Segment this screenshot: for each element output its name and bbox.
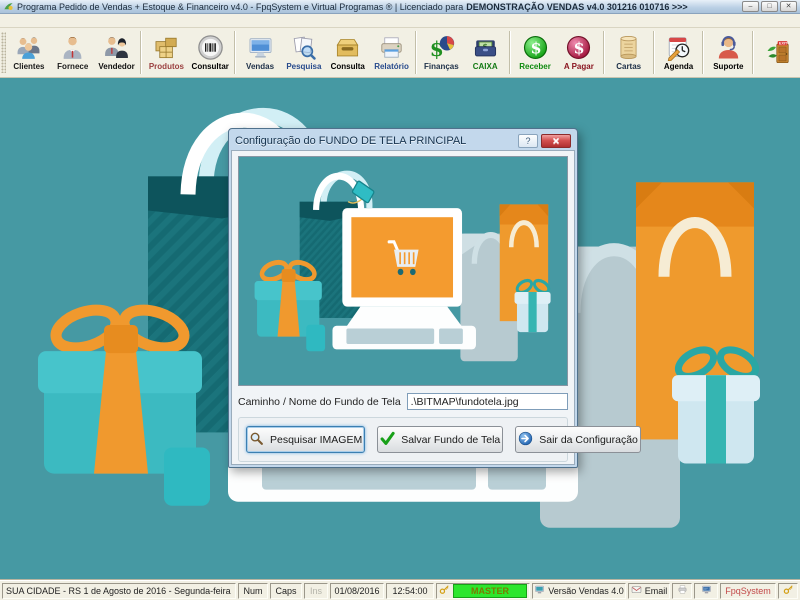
toolbar-vendedor[interactable]: Vendedor	[95, 28, 139, 77]
dialog-close-button[interactable]: ✕	[541, 134, 571, 148]
report-icon	[378, 34, 405, 61]
minimize-button[interactable]: –	[742, 1, 759, 12]
dialog-button-group: Pesquisar IMAGEM Salvar Fundo de Tela Sa…	[238, 417, 568, 462]
wallpaper-preview-image	[239, 157, 567, 385]
toolbar-separator	[702, 31, 704, 74]
save-background-button[interactable]: Salvar Fundo de Tela	[377, 426, 503, 453]
dialog-titlebar[interactable]: Configuração do FUNDO DE TELA PRINCIPAL …	[231, 131, 575, 150]
menu-bar	[0, 14, 800, 28]
printer-icon	[677, 584, 688, 597]
toolbar-produtos[interactable]: Produtos	[144, 28, 188, 77]
toolbar-relatorio[interactable]: Relatório	[370, 28, 414, 77]
supplier-icon	[59, 34, 86, 61]
toolbar-cartas[interactable]: Cartas	[607, 28, 651, 77]
toolbar-separator	[140, 31, 142, 74]
toolbar-caixa[interactable]: CAIXA	[463, 28, 507, 77]
close-button[interactable]: ✕	[780, 1, 797, 12]
inbox-icon	[334, 34, 361, 61]
mail-icon	[631, 584, 642, 597]
status-time: 12:54:00	[386, 583, 434, 599]
status-user: MASTER	[436, 583, 530, 599]
finance-icon	[428, 34, 455, 61]
terminal-icon	[701, 584, 712, 597]
window-title: Programa Pedido de Vendas + Estoque & Fi…	[17, 2, 463, 12]
toolbar-separator	[603, 31, 605, 74]
support-icon	[715, 34, 742, 61]
search-image-button[interactable]: Pesquisar IMAGEM	[246, 426, 365, 453]
key-icon	[783, 584, 794, 597]
window-title-license: DEMONSTRAÇÃO VENDAS v4.0 301216 010716 >…	[466, 2, 687, 12]
toolbar-consulta[interactable]: Consulta	[326, 28, 370, 77]
toolbar-suporte[interactable]: Suporte	[706, 28, 750, 77]
status-num: Num	[238, 583, 268, 599]
status-version: Versão Vendas 4.0	[532, 583, 626, 599]
toolbar-agenda[interactable]: Agenda	[657, 28, 701, 77]
products-icon	[153, 34, 180, 61]
window-titlebar: Programa Pedido de Vendas + Estoque & Fi…	[0, 0, 800, 14]
key-icon	[439, 584, 450, 597]
restore-button[interactable]: □	[761, 1, 778, 12]
status-key	[778, 583, 798, 599]
exit-config-button[interactable]: Sair da Configuração	[515, 426, 641, 453]
agenda-icon	[665, 34, 692, 61]
status-location: SUA CIDADE - RS 1 de Agosto de 2016 - Se…	[2, 583, 236, 599]
pay-icon	[565, 34, 592, 61]
app-icon	[3, 1, 14, 12]
toolbar-a-pagar[interactable]: A Pagar	[557, 28, 601, 77]
status-bar: SUA CIDADE - RS 1 de Agosto de 2016 - Se…	[0, 580, 800, 600]
window-controls: – □ ✕	[742, 1, 797, 12]
path-label: Caminho / Nome do Fundo de Tela	[238, 396, 401, 408]
dialog-help-button[interactable]: ?	[518, 134, 538, 148]
monitor-icon	[534, 584, 545, 597]
toolbar-pesquisa[interactable]: Pesquisa	[282, 28, 326, 77]
cashbox-icon	[472, 34, 499, 61]
toolbar-clientes[interactable]: Clientes	[7, 28, 51, 77]
check-icon	[380, 431, 395, 449]
magnifier-icon	[249, 431, 264, 449]
toolbar-consultar[interactable]: Consultar	[188, 28, 232, 77]
status-printer	[672, 583, 692, 599]
go-icon	[518, 431, 533, 449]
toolbar-receber[interactable]: Receber	[513, 28, 557, 77]
toolbar-separator	[415, 31, 417, 74]
sellers-icon	[103, 34, 130, 61]
toolbar-separator	[752, 31, 754, 74]
receive-icon	[522, 34, 549, 61]
toolbar-separator	[509, 31, 511, 74]
background-config-dialog: Configuração do FUNDO DE TELA PRINCIPAL …	[228, 128, 578, 468]
dialog-body: Caminho / Nome do Fundo de Tela Pesquisa…	[231, 150, 575, 465]
status-terminal	[694, 583, 718, 599]
background-path-input[interactable]	[407, 393, 568, 410]
sales-icon	[247, 34, 274, 61]
status-email: Email	[628, 583, 670, 599]
toolbar: Clientes Fornece Vendedor Produtos Consu…	[0, 28, 800, 78]
letters-icon	[615, 34, 642, 61]
toolbar-separator	[234, 31, 236, 74]
toolbar-sair[interactable]	[756, 28, 800, 77]
exit-icon	[765, 39, 792, 66]
search-docs-icon	[290, 34, 317, 61]
status-brand: FpqSystem	[720, 583, 776, 599]
status-date: 01/08/2016	[330, 583, 384, 599]
dialog-title: Configuração do FUNDO DE TELA PRINCIPAL	[235, 135, 466, 147]
status-caps: Caps	[270, 583, 302, 599]
barcode-icon	[197, 34, 224, 61]
wallpaper-preview	[238, 156, 568, 386]
toolbar-separator	[653, 31, 655, 74]
clients-icon	[15, 34, 42, 61]
toolbar-fornece[interactable]: Fornece	[51, 28, 95, 77]
toolbar-financas[interactable]: Finanças	[419, 28, 463, 77]
toolbar-vendas[interactable]: Vendas	[238, 28, 282, 77]
status-ins: Ins	[304, 583, 328, 599]
desktop-area: Configuração do FUNDO DE TELA PRINCIPAL …	[0, 78, 800, 580]
